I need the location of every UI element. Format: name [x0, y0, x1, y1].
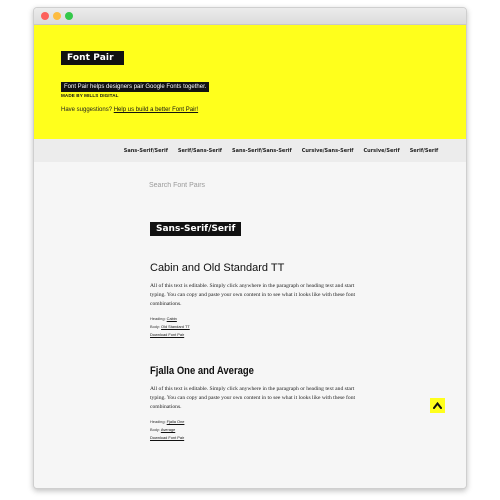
hero-banner: Font Pair Font Pair helps designers pair… — [34, 25, 466, 139]
site-logo[interactable]: Font Pair — [61, 51, 124, 65]
nav-item-sans-serif-serif[interactable]: Sans-Serif/Serif — [124, 148, 168, 154]
suggestions-text: Have suggestions? — [61, 107, 113, 113]
body-font-label: Body: — [150, 324, 160, 329]
nav-item-serif-serif[interactable]: Serif/Serif — [410, 148, 439, 154]
search-input[interactable] — [149, 178, 329, 192]
tagline: Font Pair helps designers pair Google Fo… — [61, 82, 210, 92]
pair-body-text[interactable]: All of this text is editable. Simply cli… — [150, 282, 365, 309]
heading-font-link[interactable]: Fjalla One — [167, 419, 185, 424]
body-font-line: Body: Average — [150, 426, 365, 434]
browser-window: Font Pair Font Pair helps designers pair… — [33, 7, 467, 489]
download-font-pair-link[interactable]: Download Font Pair — [150, 332, 365, 337]
heading-font-line: Heading: Cabin — [150, 315, 365, 323]
body-font-label: Body: — [150, 427, 160, 432]
download-font-pair-link[interactable]: Download Font Pair — [150, 435, 365, 440]
heading-font-link[interactable]: Cabin — [167, 316, 177, 321]
pair-heading[interactable]: Fjalla One and Average — [150, 365, 335, 377]
pair-body-text[interactable]: All of this text is editable. Simply cli… — [150, 385, 365, 412]
window-titlebar — [34, 8, 466, 25]
nav-item-serif-sans-serif[interactable]: Serif/Sans-Serif — [178, 148, 222, 154]
chevron-up-icon — [433, 402, 442, 409]
heading-font-line: Heading: Fjalla One — [150, 418, 365, 426]
close-window-button[interactable] — [41, 12, 49, 20]
heading-font-label: Heading: — [150, 316, 166, 321]
font-pair-card: Fjalla One and Average All of this text … — [150, 365, 365, 440]
back-to-top-button[interactable] — [430, 398, 445, 413]
heading-font-label: Heading: — [150, 419, 166, 424]
body-font-link[interactable]: Average — [161, 427, 175, 432]
maximize-window-button[interactable] — [65, 12, 73, 20]
nav-item-cursive-serif[interactable]: Cursive/Serif — [363, 148, 399, 154]
pair-heading[interactable]: Cabin and Old Standard TT — [150, 262, 365, 274]
nav-item-sans-serif-sans-serif[interactable]: Sans-Serif/Sans-Serif — [232, 148, 292, 154]
category-nav: Sans-Serif/Serif Serif/Sans-Serif Sans-S… — [34, 139, 466, 162]
minimize-window-button[interactable] — [53, 12, 61, 20]
body-font-line: Body: Old Standard TT — [150, 323, 365, 331]
made-by-credit: MADE BY MILLS DIGITAL — [61, 93, 119, 98]
suggestions-link[interactable]: Help us build a better Font Pair! — [114, 107, 198, 113]
nav-item-cursive-sans-serif[interactable]: Cursive/Sans-Serif — [302, 148, 354, 154]
section-title: Sans-Serif/Serif — [150, 222, 242, 236]
body-font-link[interactable]: Old Standard TT — [161, 324, 190, 329]
suggestions-line: Have suggestions? Help us build a better… — [61, 107, 198, 113]
font-pair-card: Cabin and Old Standard TT All of this te… — [150, 262, 365, 337]
main-content: Sans-Serif/Serif Cabin and Old Standard … — [34, 162, 466, 488]
